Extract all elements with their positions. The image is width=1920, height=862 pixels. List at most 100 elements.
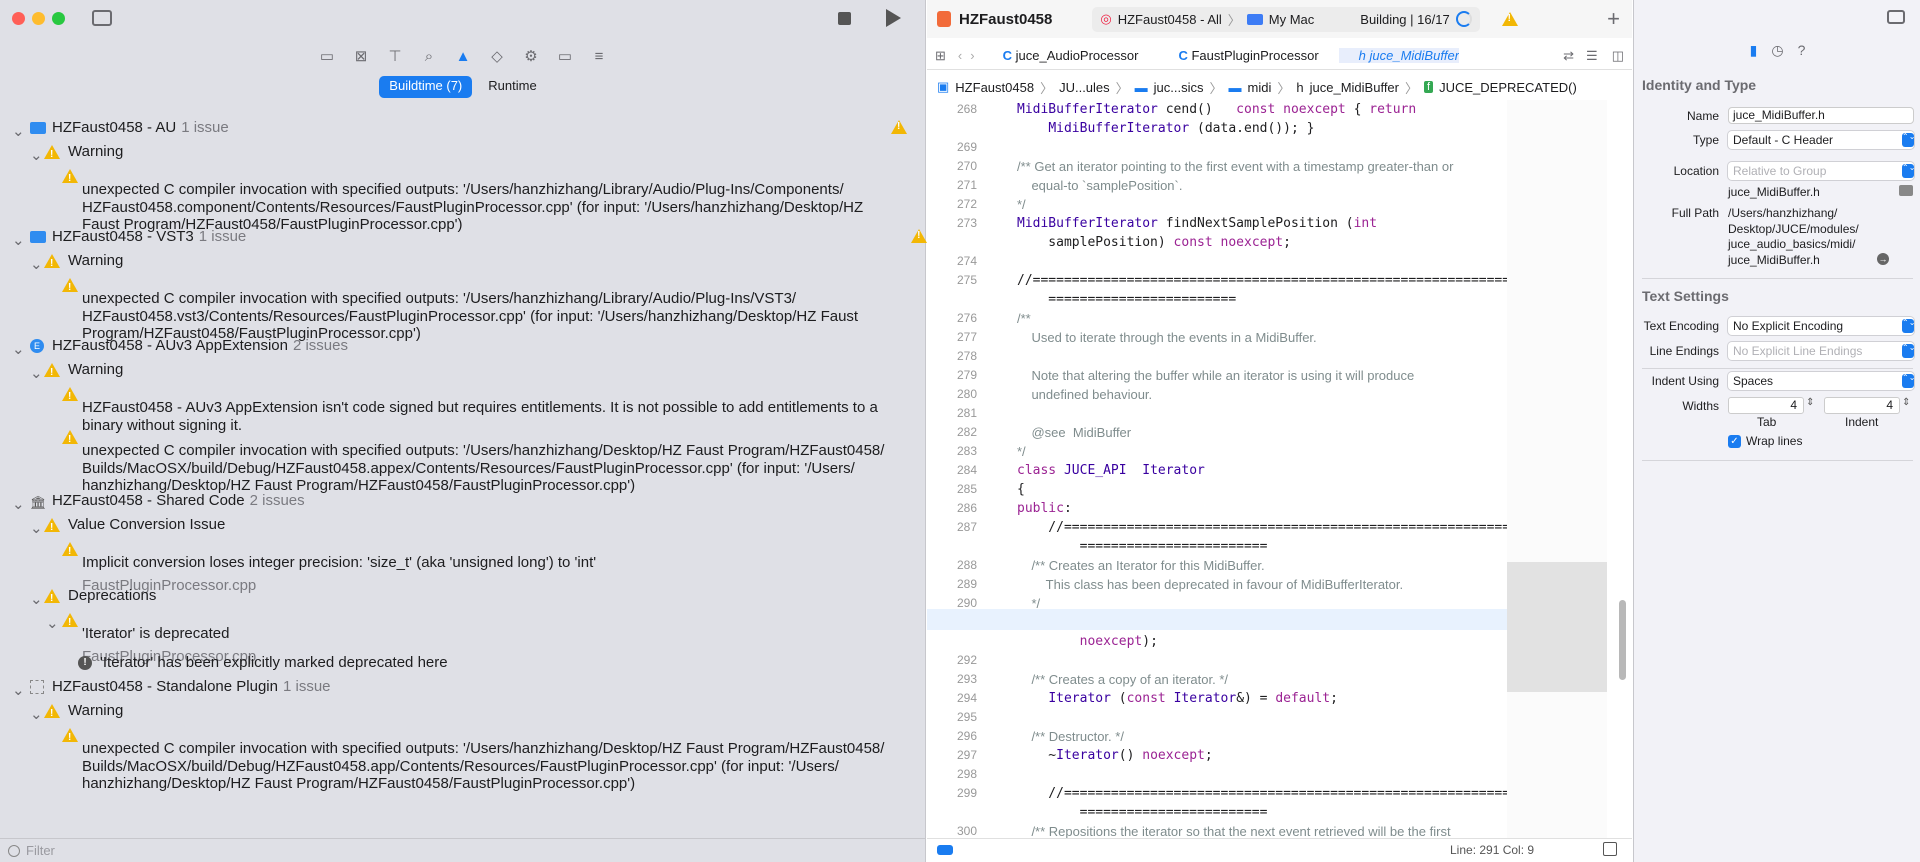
line-number[interactable]: 299 [927, 786, 977, 800]
line-number[interactable]: 289 [927, 577, 977, 591]
file-inspector-icon[interactable]: ▮ [1750, 42, 1758, 70]
type-popup[interactable]: Default - C Header [1728, 131, 1914, 149]
target-row-au[interactable]: HZFaust0458 - AU 1 issue [30, 119, 229, 137]
line-number[interactable]: 290 [927, 596, 977, 610]
issue-row[interactable]: unexpected C compiler invocation with sp… [62, 167, 863, 234]
folder-icon[interactable] [1899, 185, 1913, 196]
target-row-vst3[interactable]: HZFaust0458 - VST3 1 issue [30, 228, 246, 246]
symbol-icon[interactable]: ⊤ [386, 47, 404, 65]
line-number[interactable]: 269 [927, 140, 977, 154]
stop-button[interactable] [838, 12, 851, 25]
target-row-auv3[interactable]: E HZFaust0458 - AUv3 AppExtension 2 issu… [30, 337, 348, 355]
back-icon[interactable]: ‹ [954, 48, 966, 63]
issue-icon[interactable]: ▲ [454, 47, 472, 65]
line-number[interactable]: 293 [927, 672, 977, 686]
chevron-down-icon[interactable]: ⌄ [30, 519, 43, 537]
help-icon[interactable]: ? [1798, 42, 1806, 70]
line-number[interactable]: 286 [927, 501, 977, 515]
find-icon[interactable]: ⌕ [420, 47, 438, 65]
line-number[interactable]: 282 [927, 425, 977, 439]
category-row[interactable]: Deprecations [44, 587, 156, 608]
indent-width-field[interactable]: 4 [1824, 397, 1900, 414]
line-number[interactable]: 295 [927, 710, 977, 724]
breakpoint-icon[interactable]: ▭ [556, 47, 574, 65]
scrollbar[interactable] [1617, 100, 1627, 838]
indent-width-stepper[interactable]: ⇕ [1902, 397, 1910, 408]
close-window-button[interactable] [12, 12, 25, 25]
source-control-icon[interactable]: ⊠ [352, 47, 370, 65]
issue-row[interactable]: unexpected C compiler invocation with sp… [62, 428, 884, 495]
debug-area-icon[interactable] [937, 845, 953, 855]
line-number[interactable]: 296 [927, 729, 977, 743]
category-row[interactable]: Warning [44, 143, 123, 164]
line-number[interactable]: 275 [927, 273, 977, 287]
line-number[interactable]: 283 [927, 444, 977, 458]
debug-icon[interactable]: ⚙ [522, 47, 540, 65]
line-number[interactable]: 285 [927, 482, 977, 496]
line-number[interactable]: 279 [927, 368, 977, 382]
reveal-in-finder-icon[interactable]: → [1877, 253, 1889, 265]
line-number[interactable]: 287 [927, 520, 977, 534]
chevron-down-icon[interactable]: ⌄ [30, 590, 43, 608]
chevron-down-icon[interactable]: ⌄ [12, 495, 25, 513]
chevron-down-icon[interactable]: ⌄ [46, 614, 59, 632]
note-row[interactable]: ! 'Iterator' has been explicitly marked … [78, 654, 448, 672]
forward-icon[interactable]: › [966, 48, 982, 63]
line-number[interactable]: 276 [927, 311, 977, 325]
location-popup[interactable]: Relative to Group [1728, 162, 1914, 180]
segment-buildtime[interactable]: Buildtime (7) [379, 76, 473, 98]
line-number[interactable]: 300 [927, 824, 977, 838]
minimize-window-button[interactable] [32, 12, 45, 25]
line-number[interactable]: 280 [927, 387, 977, 401]
warning-icon[interactable] [1501, 12, 1518, 26]
category-row[interactable]: Value Conversion Issue [44, 516, 225, 537]
tab-width-field[interactable]: 4 [1728, 397, 1804, 414]
chevron-down-icon[interactable]: ⌄ [12, 681, 25, 699]
report-icon[interactable]: ≡ [590, 47, 608, 65]
target-row-standalone[interactable]: HZFaust0458 - Standalone Plugin 1 issue [30, 678, 331, 696]
related-items-icon[interactable]: ⇄ [1557, 48, 1580, 64]
chevron-down-icon[interactable]: ⌄ [12, 231, 25, 249]
line-number[interactable]: 277 [927, 330, 977, 344]
minimap[interactable] [1507, 100, 1607, 838]
line-endings-popup[interactable]: No Explicit Line Endings [1728, 342, 1914, 360]
category-row[interactable]: Warning [44, 702, 123, 723]
line-number[interactable]: 268 [927, 102, 977, 116]
line-number[interactable]: 288 [927, 558, 977, 572]
line-number[interactable]: 294 [927, 691, 977, 705]
scrollbar-thumb[interactable] [1619, 600, 1626, 680]
category-row[interactable]: Warning [44, 252, 123, 273]
run-button[interactable] [886, 9, 901, 27]
category-row[interactable]: Warning [44, 361, 123, 382]
line-number[interactable]: 278 [927, 349, 977, 363]
jump-item[interactable]: JU...ules [1059, 80, 1110, 95]
jump-item[interactable]: juce_MidiBuffer [1310, 80, 1399, 95]
jump-item[interactable]: juc...sics [1154, 80, 1204, 95]
line-number[interactable]: 297 [927, 748, 977, 762]
line-number[interactable]: 273 [927, 216, 977, 230]
filter-input[interactable]: Filter [26, 843, 55, 858]
folder-icon[interactable]: ▭ [318, 47, 336, 65]
line-number[interactable]: 271 [927, 178, 977, 192]
text-encoding-popup[interactable]: No Explicit Encoding [1728, 317, 1914, 335]
code-area[interactable]: 268 MidiBufferIterator cend() const noexc… [927, 100, 1507, 838]
target-row-shared-code[interactable]: 🏛 HZFaust0458 - Shared Code 2 issues [30, 492, 305, 510]
name-field[interactable]: juce_MidiBuffer.h [1728, 107, 1914, 124]
line-number[interactable]: 270 [927, 159, 977, 173]
minimap-viewport[interactable] [1507, 562, 1607, 692]
jump-item[interactable]: midi [1248, 80, 1272, 95]
line-number[interactable]: 274 [927, 254, 977, 268]
chevron-down-icon[interactable]: ⌄ [12, 340, 25, 358]
chevron-down-icon[interactable]: ⌄ [12, 122, 25, 140]
line-number[interactable]: 284 [927, 463, 977, 477]
tab-juce-midibuffer[interactable]: h juce_MidiBuffer [1338, 48, 1459, 63]
issue-row[interactable]: HZFaust0458 - AUv3 AppExtension isn't co… [62, 385, 878, 434]
tab-width-stepper[interactable]: ⇕ [1806, 397, 1814, 408]
chevron-down-icon[interactable]: ⌄ [30, 705, 43, 723]
zoom-window-button[interactable] [52, 12, 65, 25]
indent-using-popup[interactable]: Spaces [1728, 372, 1914, 390]
split-editor-icon[interactable]: ◫ [1604, 48, 1632, 64]
line-number[interactable]: 281 [927, 406, 977, 420]
tab-faustpluginprocessor[interactable]: C FaustPluginProcessor [1158, 48, 1338, 63]
chevron-down-icon[interactable]: ⌄ [30, 364, 43, 382]
